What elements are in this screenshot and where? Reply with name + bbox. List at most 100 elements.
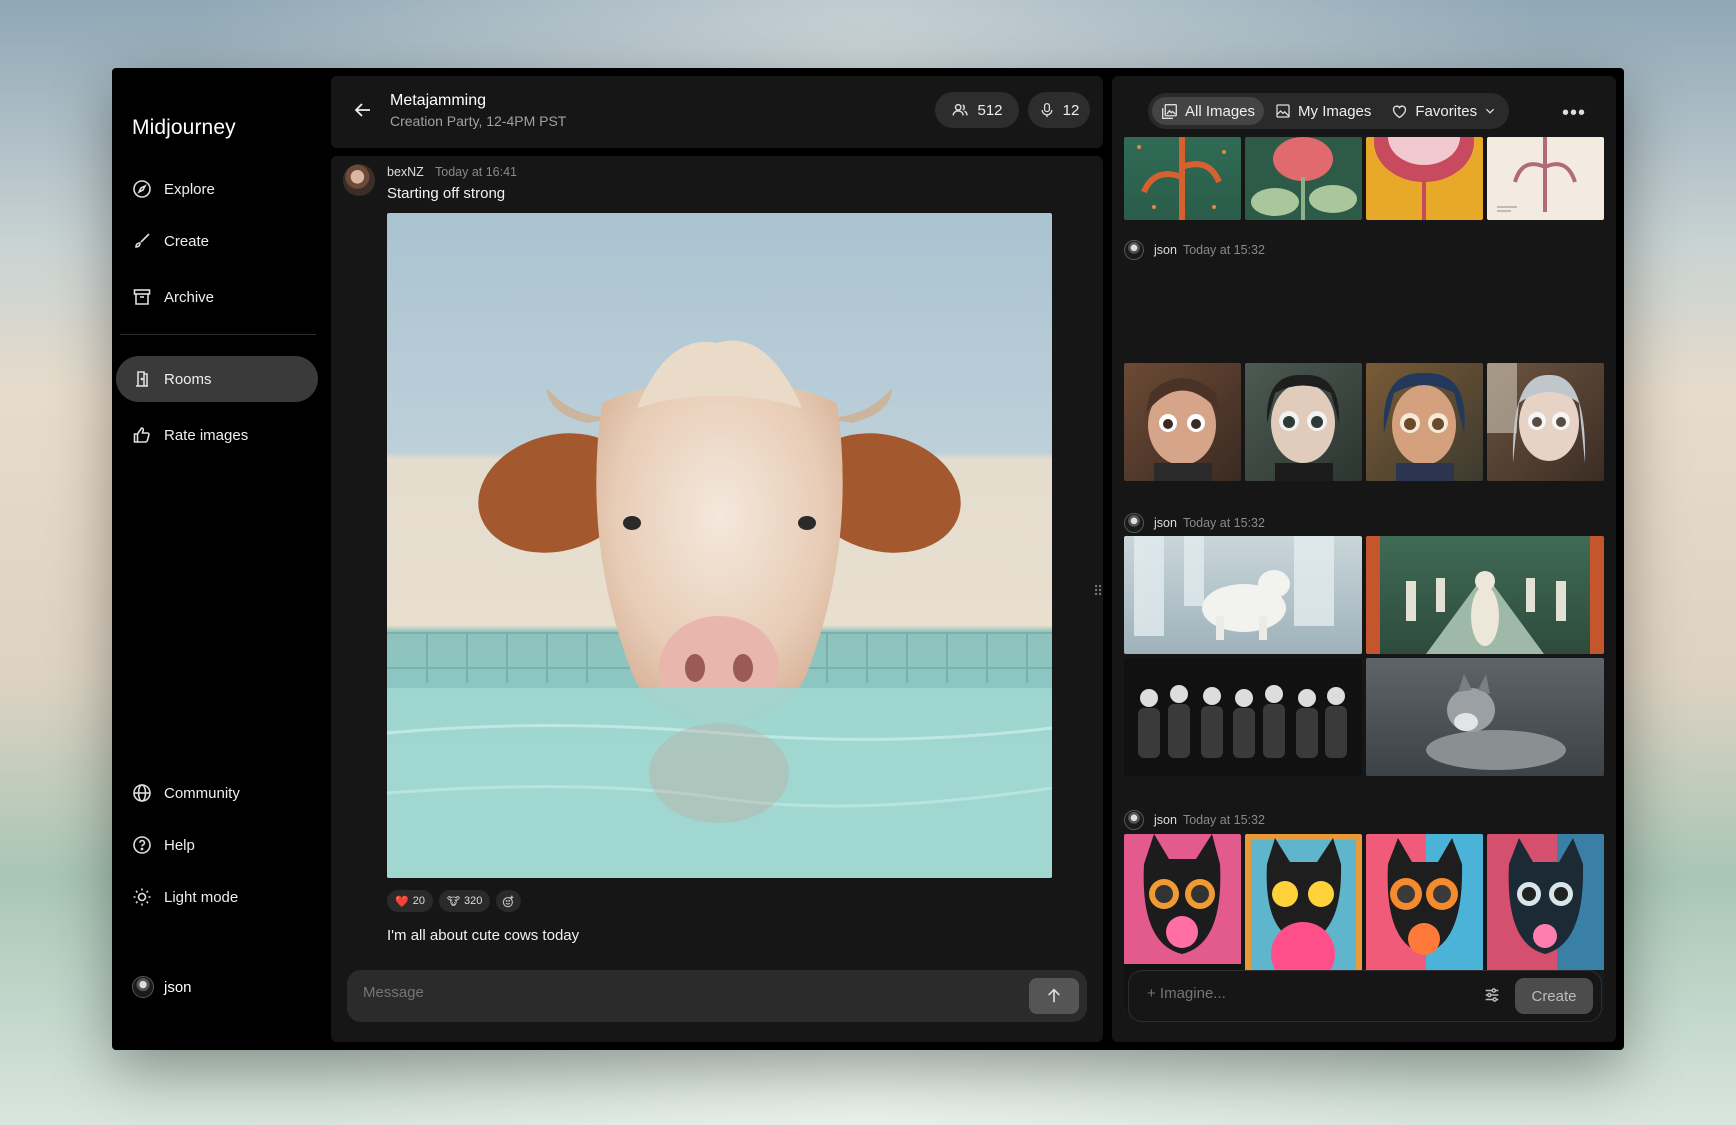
microphone-icon	[1041, 102, 1053, 118]
more-options-icon[interactable]: •••	[1562, 102, 1586, 125]
send-button[interactable]	[1029, 978, 1079, 1014]
post-timestamp: Today at 15:32	[1182, 516, 1265, 530]
image-grid	[1124, 536, 1604, 776]
grid-image[interactable]	[1366, 536, 1604, 654]
grid-image[interactable]	[1245, 137, 1362, 220]
imagine-input[interactable]	[1147, 985, 1447, 1002]
tab-my-images[interactable]: My Images	[1266, 97, 1380, 125]
post-author[interactable]: json	[1154, 243, 1177, 257]
speakers-count: 12	[1062, 101, 1080, 119]
room-title: Metajamming	[390, 92, 487, 109]
grid-image[interactable]	[1487, 137, 1604, 220]
sidebar-item-label: Explore	[164, 180, 215, 198]
grid-image[interactable]	[1245, 363, 1362, 481]
sidebar-divider	[120, 334, 316, 335]
heart-outline-icon	[1393, 105, 1407, 118]
grid-image[interactable]	[1124, 363, 1241, 481]
image-grid	[1124, 137, 1604, 220]
tab-all-images[interactable]: All Images	[1152, 97, 1265, 125]
user-name: json	[164, 978, 192, 996]
sidebar-item-label: Community	[164, 784, 240, 802]
sidebar: Midjourney Explore Create Archive Rooms …	[112, 68, 330, 1050]
members-button[interactable]: 512	[935, 92, 1019, 128]
tab-label: Favorites	[1415, 102, 1478, 120]
room-header: Metajamming Creation Party, 12-4PM PST 5…	[331, 76, 1103, 148]
message-text: Starting off strong	[387, 185, 506, 202]
cow-icon: 🐮	[446, 895, 460, 908]
door-icon	[136, 371, 148, 387]
brand-logo[interactable]: Midjourney	[132, 116, 236, 140]
help-icon	[133, 836, 151, 854]
emoji-add-icon	[503, 895, 514, 907]
create-button[interactable]: Create	[1515, 978, 1593, 1014]
sidebar-item-label: Rooms	[164, 370, 212, 388]
gallery-panel: All Images My Images Favorites ••• json …	[1112, 76, 1616, 1042]
message-author[interactable]: bexNZ	[387, 165, 424, 179]
message-composer	[347, 970, 1087, 1022]
sidebar-item-archive[interactable]: Archive	[116, 274, 318, 320]
sidebar-item-explore[interactable]: Explore	[116, 166, 318, 212]
thumbs-up-icon	[133, 427, 150, 443]
message-image[interactable]	[387, 213, 1052, 878]
post-timestamp: Today at 15:32	[1182, 813, 1265, 827]
reaction-cow[interactable]: 🐮 320	[438, 890, 491, 912]
post-author[interactable]: json	[1154, 813, 1177, 827]
grid-image[interactable]	[1366, 658, 1604, 776]
post-header: json Today at 15:32	[1124, 240, 1265, 260]
heart-icon: ❤️	[395, 895, 409, 908]
tab-favorites[interactable]: Favorites	[1382, 97, 1505, 125]
add-reaction-button[interactable]	[496, 890, 522, 912]
sidebar-item-label: Rate images	[164, 426, 249, 444]
grid-image[interactable]	[1487, 363, 1604, 481]
sidebar-item-label: Archive	[164, 288, 215, 306]
message-timestamp: Today at 16:41	[435, 165, 518, 179]
arrow-up-icon	[1048, 988, 1060, 1003]
sidebar-item-community[interactable]: Community	[116, 770, 318, 816]
speakers-button[interactable]: 12	[1028, 92, 1090, 128]
avatar[interactable]	[1124, 240, 1144, 260]
compass-icon	[133, 180, 151, 198]
reaction-count: 320	[463, 895, 483, 907]
reactions: ❤️ 20 🐮 320	[387, 890, 522, 912]
sidebar-item-label: Light mode	[164, 888, 239, 906]
grid-image[interactable]	[1366, 363, 1483, 481]
avatar[interactable]	[1124, 513, 1144, 533]
post-author[interactable]: json	[1154, 516, 1177, 530]
avatar[interactable]	[343, 164, 375, 196]
chat-panel: bexNZ Today at 16:41 Starting off strong	[331, 156, 1103, 1042]
settings-sliders-icon[interactable]	[1483, 986, 1501, 1009]
avatar	[132, 976, 154, 998]
back-arrow-icon[interactable]	[353, 100, 373, 126]
resize-handle[interactable]: ⠿	[1093, 584, 1104, 598]
post-header: json Today at 15:32	[1124, 810, 1265, 830]
sun-icon	[133, 888, 151, 906]
grid-image[interactable]	[1124, 137, 1241, 220]
users-icon	[953, 103, 969, 116]
image-icon	[1276, 104, 1290, 118]
members-count: 512	[977, 101, 1003, 119]
sidebar-item-rate-images[interactable]: Rate images	[116, 412, 318, 458]
sidebar-item-light-mode[interactable]: Light mode	[116, 874, 318, 920]
chevron-down-icon	[1486, 108, 1495, 114]
sidebar-item-rooms[interactable]: Rooms	[116, 356, 318, 402]
tab-label: My Images	[1298, 102, 1372, 120]
sidebar-item-create[interactable]: Create	[116, 218, 318, 264]
imagine-bar: Create	[1128, 970, 1602, 1022]
image-grid	[1124, 363, 1604, 481]
message-input[interactable]	[363, 984, 963, 1001]
images-icon	[1162, 103, 1177, 119]
post-timestamp: Today at 15:32	[1182, 243, 1265, 257]
avatar[interactable]	[1124, 810, 1144, 830]
grid-image[interactable]	[1124, 658, 1362, 776]
sidebar-item-label: Help	[164, 836, 195, 854]
sidebar-item-help[interactable]: Help	[116, 822, 318, 868]
gallery-tabs: All Images My Images Favorites	[1148, 93, 1510, 129]
globe-icon	[133, 784, 151, 802]
grid-image[interactable]	[1366, 137, 1483, 220]
room-subtitle: Creation Party, 12-4PM PST	[390, 113, 567, 129]
message-text: I'm all about cute cows today	[387, 927, 580, 944]
post-header: json Today at 15:32	[1124, 513, 1265, 533]
user-profile[interactable]: json	[132, 976, 192, 998]
grid-image[interactable]	[1124, 536, 1362, 654]
reaction-heart[interactable]: ❤️ 20	[387, 890, 433, 912]
